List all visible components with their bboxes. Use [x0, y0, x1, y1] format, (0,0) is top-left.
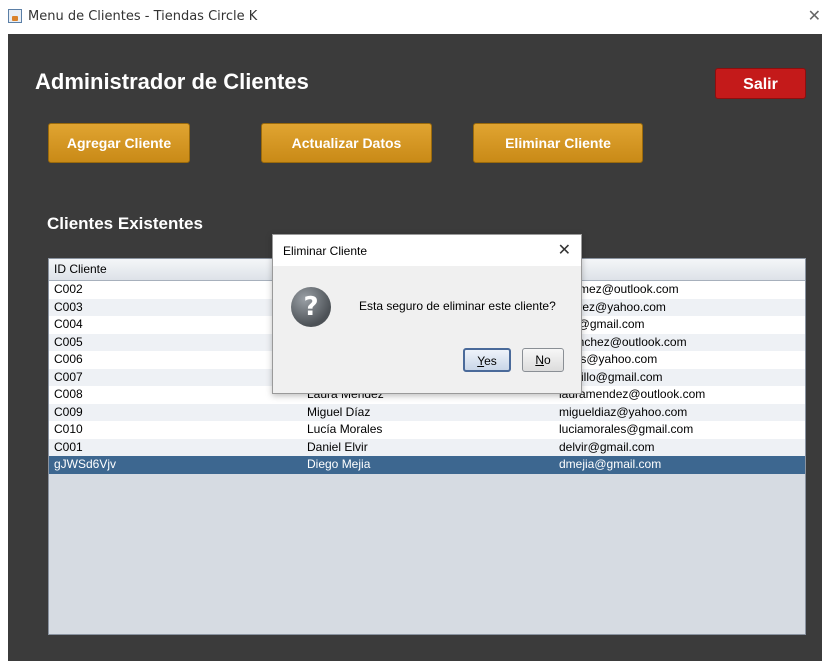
no-mnemonic: N	[535, 353, 544, 367]
window-title: Menu de Clientes - Tiendas Circle K	[28, 9, 258, 24]
update-data-button[interactable]: Actualizar Datos	[261, 123, 432, 163]
yes-button[interactable]: Yes	[463, 348, 511, 372]
section-title: Clientes Existentes	[47, 214, 203, 233]
dialog-title: Eliminar Cliente	[283, 244, 368, 258]
exit-button[interactable]: Salir	[715, 68, 806, 99]
window-close-icon[interactable]: ✕	[808, 6, 821, 26]
cell-name: Lucía Morales	[307, 422, 383, 436]
cell-id: C004	[54, 317, 83, 331]
cell-email: delvir@gmail.com	[559, 439, 655, 454]
cell-id: C005	[54, 334, 83, 349]
cell-email: luciamorales@gmail.com	[559, 422, 694, 436]
confirm-dialog: Eliminar Cliente ✕ ? Esta seguro de elim…	[272, 234, 582, 394]
table-row[interactable]: C009 Miguel Díaz migueldiaz@yahoo.com	[49, 403, 805, 421]
cell-id: C001	[54, 439, 83, 454]
cell-id: C009	[54, 404, 83, 419]
cell-id: C002	[54, 282, 83, 296]
column-header-id[interactable]: ID Cliente	[49, 259, 302, 280]
cell-id: gJWSd6Vjv	[54, 457, 117, 471]
cell-name: Diego Mejia	[307, 457, 371, 471]
cell-email: dmejia@gmail.com	[559, 457, 662, 471]
no-button[interactable]: No	[522, 348, 564, 372]
table-row[interactable]: C001 Daniel Elvir delvir@gmail.com	[49, 438, 805, 456]
cell-id: C006	[54, 352, 83, 366]
cell-id: C003	[54, 299, 83, 314]
page-title: Administrador de Clientes	[35, 69, 309, 94]
question-icon: ?	[291, 287, 331, 327]
add-client-button[interactable]: Agregar Cliente	[48, 123, 190, 163]
yes-label-rest: es	[484, 354, 497, 368]
cell-name: Miguel Díaz	[307, 404, 371, 419]
dialog-message: Esta seguro de eliminar este cliente?	[359, 299, 556, 313]
window-titlebar: Menu de Clientes - Tiendas Circle K ✕	[0, 0, 829, 34]
table-row[interactable]: gJWSd6Vjv Diego Mejia dmejia@gmail.com	[49, 456, 805, 474]
delete-client-button[interactable]: Eliminar Cliente	[473, 123, 643, 163]
java-cup-icon	[8, 9, 22, 23]
cell-id: C007	[54, 369, 83, 384]
column-header-email[interactable]: rreo	[554, 259, 805, 280]
dialog-close-icon[interactable]: ✕	[558, 240, 571, 260]
cell-email: migueldiaz@yahoo.com	[559, 404, 688, 419]
no-label-rest: o	[543, 353, 551, 367]
dialog-titlebar: Eliminar Cliente ✕	[273, 235, 581, 266]
cell-id: C010	[54, 422, 83, 436]
table-row[interactable]: C010 Lucía Morales luciamorales@gmail.com	[49, 421, 805, 439]
cell-name: Daniel Elvir	[307, 439, 368, 454]
cell-id: C008	[54, 387, 83, 401]
